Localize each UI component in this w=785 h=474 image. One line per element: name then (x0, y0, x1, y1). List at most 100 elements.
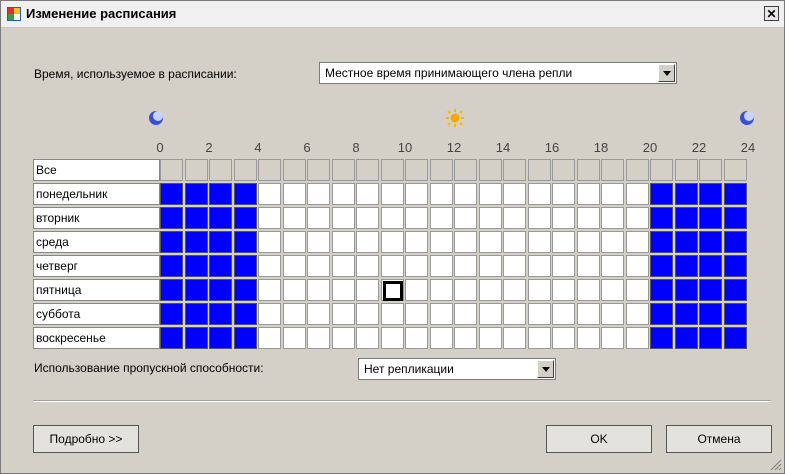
schedule-cell[interactable] (552, 303, 575, 325)
close-button[interactable]: ✕ (764, 6, 779, 21)
schedule-cell[interactable] (699, 255, 722, 277)
schedule-cell[interactable] (674, 255, 698, 277)
schedule-cell[interactable] (160, 231, 183, 253)
schedule-cell[interactable] (576, 207, 600, 229)
schedule-cell[interactable] (478, 327, 502, 349)
schedule-cell[interactable] (307, 303, 330, 325)
schedule-cell[interactable] (576, 303, 600, 325)
schedule-cell[interactable] (209, 183, 232, 205)
schedule-cell[interactable] (454, 183, 477, 205)
schedule-cell[interactable] (405, 207, 428, 229)
schedule-cell[interactable] (478, 303, 502, 325)
schedule-cell[interactable] (233, 255, 257, 277)
hour-header-cell[interactable] (160, 159, 183, 181)
schedule-cell[interactable] (282, 231, 306, 253)
schedule-cell[interactable] (282, 255, 306, 277)
schedule-cell[interactable] (478, 207, 502, 229)
schedule-cell[interactable] (209, 279, 232, 301)
schedule-cell[interactable] (380, 255, 404, 277)
schedule-cell[interactable] (552, 279, 575, 301)
hour-header-cell[interactable] (674, 159, 698, 181)
hour-header-cell[interactable] (478, 159, 502, 181)
schedule-cell[interactable] (380, 183, 404, 205)
schedule-cell[interactable] (527, 279, 551, 301)
schedule-cell[interactable] (601, 255, 624, 277)
schedule-cell[interactable] (160, 207, 183, 229)
schedule-cell[interactable] (380, 207, 404, 229)
schedule-cell[interactable] (184, 231, 208, 253)
schedule-cell[interactable] (429, 231, 453, 253)
schedule-cell[interactable] (331, 255, 355, 277)
row-label-all[interactable]: Все (33, 159, 160, 181)
schedule-cell[interactable] (258, 183, 281, 205)
schedule-cell[interactable] (405, 303, 428, 325)
schedule-cell[interactable] (331, 183, 355, 205)
schedule-cell[interactable] (429, 207, 453, 229)
schedule-cell[interactable] (699, 207, 722, 229)
title-bar[interactable]: Изменение расписания ✕ (1, 1, 784, 28)
schedule-cell[interactable] (454, 303, 477, 325)
schedule-cell[interactable] (576, 183, 600, 205)
schedule-cell[interactable] (503, 303, 526, 325)
schedule-cell[interactable] (503, 183, 526, 205)
row-label-day[interactable]: суббота (33, 303, 160, 325)
schedule-cell[interactable] (699, 327, 722, 349)
schedule-cell[interactable] (527, 207, 551, 229)
schedule-cell[interactable] (723, 327, 747, 349)
hour-header-cell[interactable] (380, 159, 404, 181)
schedule-cell[interactable] (405, 183, 428, 205)
schedule-cell[interactable] (454, 207, 477, 229)
schedule-cell[interactable] (699, 279, 722, 301)
schedule-cell[interactable] (282, 303, 306, 325)
schedule-cell[interactable] (576, 255, 600, 277)
schedule-cell[interactable] (429, 303, 453, 325)
chevron-down-icon[interactable] (658, 64, 675, 82)
schedule-cell[interactable] (405, 327, 428, 349)
schedule-cell[interactable] (356, 327, 379, 349)
schedule-cell[interactable] (380, 231, 404, 253)
schedule-cell[interactable] (699, 183, 722, 205)
schedule-cell[interactable] (184, 303, 208, 325)
schedule-cell[interactable] (233, 207, 257, 229)
schedule-cell[interactable] (307, 183, 330, 205)
schedule-cell[interactable] (331, 303, 355, 325)
schedule-cell[interactable] (331, 231, 355, 253)
schedule-cell[interactable] (503, 279, 526, 301)
schedule-cell[interactable] (380, 327, 404, 349)
schedule-cell[interactable] (233, 327, 257, 349)
schedule-cell[interactable] (307, 207, 330, 229)
schedule-cell[interactable] (160, 183, 183, 205)
schedule-cell[interactable] (356, 279, 379, 301)
hour-header-cell[interactable] (601, 159, 624, 181)
schedule-cell[interactable] (625, 231, 649, 253)
schedule-cell[interactable] (601, 327, 624, 349)
schedule-cell[interactable] (601, 207, 624, 229)
schedule-cell[interactable] (625, 327, 649, 349)
chevron-down-icon[interactable] (537, 360, 554, 378)
schedule-cell[interactable] (576, 231, 600, 253)
schedule-cell[interactable] (527, 183, 551, 205)
schedule-cell[interactable] (356, 231, 379, 253)
schedule-cell[interactable] (552, 327, 575, 349)
schedule-cell[interactable] (209, 207, 232, 229)
schedule-cell[interactable] (503, 207, 526, 229)
schedule-cell[interactable] (160, 303, 183, 325)
hour-header-cell[interactable] (429, 159, 453, 181)
cancel-button[interactable]: Отмена (666, 425, 772, 453)
row-label-day[interactable]: пятница (33, 279, 160, 301)
schedule-cell[interactable] (331, 207, 355, 229)
bandwidth-select[interactable]: Нет репликации (358, 358, 556, 380)
schedule-cell[interactable] (625, 255, 649, 277)
schedule-cell[interactable] (356, 303, 379, 325)
schedule-cell[interactable] (625, 279, 649, 301)
hour-header-cell[interactable] (233, 159, 257, 181)
schedule-cell[interactable] (650, 279, 673, 301)
schedule-cell[interactable] (503, 327, 526, 349)
hour-header-cell[interactable] (184, 159, 208, 181)
hour-header-cell[interactable] (650, 159, 673, 181)
details-button[interactable]: Подробно >> (33, 425, 139, 453)
schedule-cell[interactable] (650, 303, 673, 325)
row-label-day[interactable]: вторник (33, 207, 160, 229)
hour-header-cell[interactable] (625, 159, 649, 181)
schedule-cell[interactable] (160, 279, 183, 301)
